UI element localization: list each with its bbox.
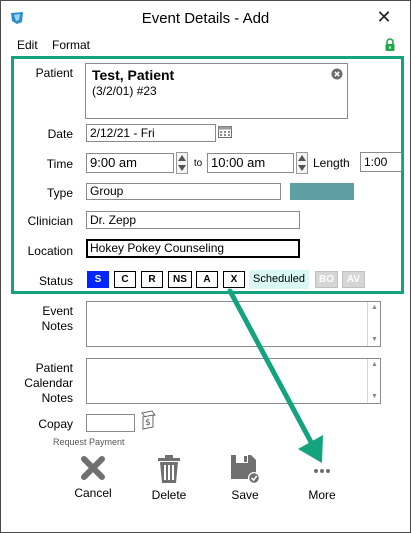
delete-label: Delete [151,488,187,502]
cancel-button[interactable]: Cancel [63,454,123,500]
copay-label: Copay [38,417,73,431]
request-payment-link[interactable]: Request Payment [53,437,125,447]
status-text: Scheduled [249,270,309,289]
status-button-a[interactable]: A [196,271,218,288]
clinician-label: Clinician [27,214,73,228]
status-label: Status [38,274,73,288]
x-icon [81,456,105,480]
more-label: More [308,488,336,502]
floppy-check-icon [231,455,260,484]
calendar-notes-label-line2: Calendar [24,376,73,390]
copay-field[interactable] [86,414,135,432]
close-button[interactable]: ✕ [372,6,396,28]
scroll-up-icon[interactable]: ▲ [370,304,379,312]
length-field[interactable]: 1:00 [360,152,402,172]
calendar-notes-scrollbar[interactable]: ▲ ▼ [367,359,380,403]
menu-bar: Edit Format [1,35,410,55]
patient-name: Test, Patient [92,67,175,83]
time-label: Time [46,157,73,171]
event-notes-label-line1: Event [42,304,73,318]
menu-format[interactable]: Format [52,38,90,52]
event-notes-field[interactable]: ▲ ▼ [86,301,381,347]
clinician-field[interactable]: Dr. Zepp [86,211,300,229]
clear-circle-x-icon[interactable] [331,68,343,80]
event-details-window: Event Details - Add ✕ Edit Format Patien… [0,0,411,533]
svg-text:$: $ [145,418,151,428]
title-bar: Event Details - Add ✕ [1,1,410,35]
time-start-field[interactable]: 9:00 am [86,153,174,173]
more-button[interactable]: More [292,454,352,502]
date-field[interactable]: 2/12/21 - Fri [86,124,216,142]
time-end-field[interactable]: 10:00 am [207,153,294,173]
patient-details: (3/2/01) #23 [92,84,157,98]
window-title: Event Details - Add [141,10,270,27]
delete-button[interactable]: Delete [139,454,199,502]
save-button[interactable]: Save [215,454,275,502]
status-button-c[interactable]: C [114,271,136,288]
status-button-bo[interactable]: BO [315,271,338,288]
menu-edit[interactable]: Edit [17,38,38,52]
event-notes-scrollbar[interactable]: ▲ ▼ [367,302,380,346]
lock-icon[interactable] [384,38,396,52]
type-label: Type [46,186,73,200]
status-button-av[interactable]: AV [342,271,365,288]
date-label: Date [47,127,73,141]
scroll-up-icon[interactable]: ▲ [370,361,379,369]
status-button-s[interactable]: S [87,271,109,288]
location-label: Location [27,244,73,258]
type-color-swatch[interactable] [290,183,354,200]
status-button-x[interactable]: X [223,271,245,288]
status-button-r[interactable]: R [141,271,163,288]
cancel-label: Cancel [74,486,112,500]
time-start-spinner-icon[interactable] [176,152,188,174]
location-field[interactable]: Hokey Pokey Counseling [86,239,300,258]
status-button-ns[interactable]: NS [168,271,192,288]
calendar-notes-label-line3: Notes [41,391,73,405]
payment-card-icon[interactable]: $ [139,410,157,432]
trash-icon [158,455,180,483]
scroll-down-icon[interactable]: ▼ [370,393,379,401]
type-field[interactable]: Group [86,183,281,200]
calendar-notes-label-line1: Patient [35,361,73,375]
time-end-spinner-icon[interactable] [296,152,308,174]
event-notes-label-line2: Notes [41,319,73,333]
calendar-icon[interactable] [218,125,232,138]
patient-label: Patient [35,66,73,80]
patient-field[interactable]: Test, Patient (3/2/01) #23 [85,63,348,119]
ellipsis-icon [314,469,330,473]
save-label: Save [231,488,259,502]
length-label: Length [313,156,350,170]
scroll-down-icon[interactable]: ▼ [370,336,379,344]
calendar-notes-field[interactable]: ▲ ▼ [86,358,381,404]
time-to-label: to [193,158,203,169]
